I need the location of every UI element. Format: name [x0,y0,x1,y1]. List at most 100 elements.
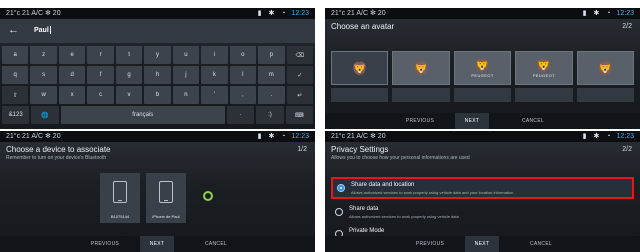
screen-keyboard: 21°c 21 A/C ✻ 20 ▮ ✱ ◔ 12:23 ← Paul a z … [0,8,315,129]
bluetooth-icon: ✱ [268,10,275,17]
backspace-key[interactable]: ⌫ [286,46,313,64]
key[interactable]: m [258,66,285,84]
option-share-data-location[interactable]: Share data and location Allows authorize… [331,177,634,199]
lion-icon: 🦁 [351,60,368,76]
key[interactable]: l [229,66,257,84]
screen-device: 21°c 21 A/C ✻ 20 ▮ ✱ ◔ 12:23 Choose a de… [0,131,315,252]
dot-key[interactable]: · [226,106,255,124]
status-bar: 21°c 21 A/C ✻ 20 ▮ ✱ ◔ 12:23 [325,8,640,19]
key[interactable]: z [30,46,57,64]
climate-status: 21°c 21 A/C ✻ 20 [331,10,386,17]
cancel-button[interactable]: CANCEL [521,236,561,252]
next-button[interactable]: NEXT [465,236,499,252]
action-bar: PREVIOUS NEXT CANCEL [0,236,315,252]
key[interactable]: c [87,86,114,104]
key[interactable]: e [58,46,86,64]
signal-icon: ◔ [281,10,286,17]
screen-subtitle: Remember to turn on your device's Blueto… [6,155,107,161]
status-bar: 21°c 21 A/C ✻ 20 ▮ ✱ ◔ 12:23 [0,8,315,19]
avatar-option[interactable]: 🦁 PEUGEOT [453,51,512,85]
device-card[interactable]: B1075144 [100,173,140,223]
page-indicator: 1/2 [297,146,307,153]
next-button[interactable]: NEXT [455,113,489,129]
key[interactable]: i [201,46,228,64]
keyboard-row: &123 🌐 français · :) ⌨ [2,106,313,124]
radio-selected-icon[interactable] [337,184,345,192]
key[interactable]: n [172,86,200,104]
key[interactable]: u [172,46,200,64]
key[interactable]: q [2,66,29,84]
page-indicator: 2/2 [622,23,632,30]
key[interactable]: ' [201,86,228,104]
key[interactable]: y [144,46,171,64]
avatar-option[interactable]: 🦁 [331,51,389,85]
device-card[interactable]: iPhone de Paul [146,173,186,223]
clock: 12:23 [616,10,634,17]
key[interactable]: o [229,46,257,64]
key[interactable]: w [30,86,57,104]
key[interactable]: f [87,66,114,84]
key[interactable]: b [144,86,171,104]
screen-title: Choose a device to associate [6,145,111,154]
signal-icon: ◔ [281,133,286,140]
battery-icon: ▮ [257,10,262,17]
device-name: B1075144 [110,214,130,219]
bluetooth-icon: ✱ [593,133,600,140]
space-key[interactable]: français [60,106,225,124]
key[interactable]: s [30,66,57,84]
name-input[interactable]: Paul [34,26,51,34]
globe-icon[interactable]: 🌐 [31,106,59,124]
clock: 12:23 [616,133,634,140]
brand-word: PEUGEOT [532,72,556,78]
key[interactable]: j [172,66,200,84]
screen-subtitle: Allows you to choose how your personal i… [331,155,470,161]
radio-icon[interactable] [335,208,343,216]
keyboard-hide-icon[interactable]: ⌨ [285,106,313,124]
status-right: ▮ ✱ ◔ 12:23 [578,131,634,142]
option-description: Allows authorized services to work prope… [351,190,514,195]
option-label: Private Mode [349,228,385,234]
key[interactable]: t [115,46,143,64]
screen-title: Choose an avatar [331,22,395,31]
back-arrow-icon[interactable]: ← [8,24,19,36]
numbers-key[interactable]: &123 [2,106,30,124]
key[interactable]: , [229,86,257,104]
virtual-keyboard: a z e r t y u i o p ⌫ q s d f g h j k l … [2,46,313,127]
signal-icon: ◔ [606,133,611,140]
screen-title: Privacy Settings [331,145,389,154]
phone-icon [159,181,173,203]
status-bar: 21°c 21 A/C ✻ 20 ▮ ✱ ◔ 12:23 [0,131,315,142]
key[interactable]: h [144,66,171,84]
key[interactable]: d [58,66,86,84]
brand-word: PEUGEOT [471,72,494,78]
next-button[interactable]: NEXT [140,236,174,252]
name-input-row[interactable]: ← Paul [0,19,315,43]
key[interactable]: r [87,46,114,64]
page-title-strip [210,0,430,8]
cancel-button[interactable]: CANCEL [196,236,236,252]
confirm-key[interactable]: ✓ [286,66,313,84]
status-bar: 21°c 21 A/C ✻ 20 ▮ ✱ ◔ 12:23 [325,131,640,142]
avatar-option[interactable]: 🦁 [576,51,635,85]
option-share-data[interactable]: Share data Allows authorized services to… [331,203,634,225]
emoji-key[interactable]: :) [256,106,284,124]
status-right: ▮ ✱ ◔ 12:23 [578,8,634,19]
key[interactable]: x [58,86,86,104]
climate-status: 21°c 21 A/C ✻ 20 [331,133,386,140]
key[interactable]: k [201,66,228,84]
previous-button[interactable]: PREVIOUS [80,236,130,252]
lion-icon: 🦁 [474,57,491,73]
shift-key[interactable]: ⇧ [2,86,29,104]
action-bar: PREVIOUS NEXT CANCEL [325,236,640,252]
previous-button[interactable]: PREVIOUS [405,236,455,252]
key[interactable]: v [115,86,143,104]
avatar-option[interactable]: 🦁 PEUGEOT [515,51,573,85]
key[interactable]: . [258,86,285,104]
avatar-option[interactable]: 🦁 [392,51,450,85]
enter-key[interactable]: ↵ [286,86,313,104]
key[interactable]: a [2,46,29,64]
cancel-button[interactable]: CANCEL [513,113,553,129]
key[interactable]: p [258,46,285,64]
previous-button[interactable]: PREVIOUS [395,113,445,129]
key[interactable]: g [115,66,143,84]
